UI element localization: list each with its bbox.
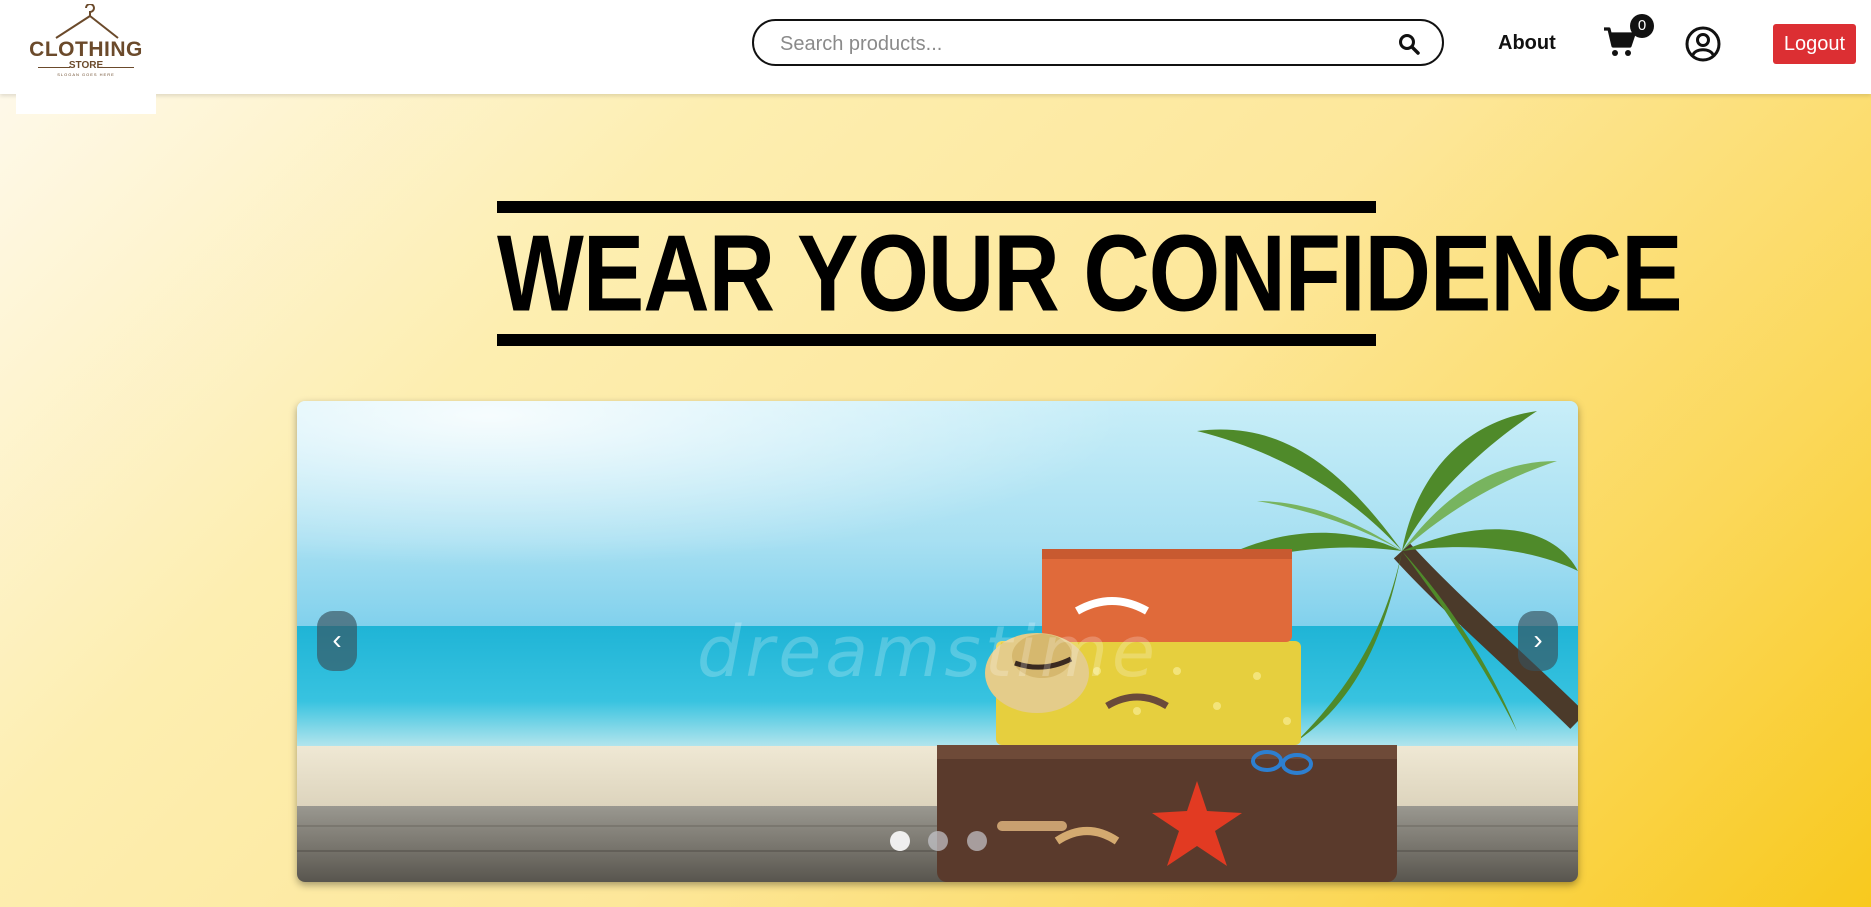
carousel-dot-1[interactable] <box>890 831 910 851</box>
title-rule-bottom <box>497 334 1376 346</box>
logo-text: CLOTHING <box>29 38 143 61</box>
carousel-indicators <box>890 831 1001 851</box>
logo-divider-right <box>102 67 134 68</box>
store-logo[interactable]: CLOTHING STORE SLOGAN GOES HERE <box>16 0 156 114</box>
account-icon[interactable] <box>1685 26 1721 67</box>
hero-title: WEAR YOUR CONFIDENCE <box>497 213 1683 335</box>
carousel-dot-2[interactable] <box>928 831 949 851</box>
logo-tagline: SLOGAN GOES HERE <box>57 72 115 77</box>
hanger-icon <box>55 4 119 39</box>
search-input[interactable] <box>778 29 1382 59</box>
about-link[interactable]: About <box>1498 32 1556 55</box>
logout-button[interactable]: Logout <box>1773 24 1856 64</box>
logo-sub: STORE <box>68 60 104 71</box>
top-navbar: About 0 Logout <box>0 0 1871 94</box>
carousel-watermark: dreamstime <box>697 611 1159 693</box>
search-bar[interactable] <box>752 19 1444 66</box>
cart-count-badge: 0 <box>1630 14 1654 38</box>
carousel-next-button[interactable]: › <box>1518 611 1558 671</box>
carousel-prev-button[interactable]: ‹ <box>317 611 357 671</box>
search-icon[interactable] <box>1398 33 1420 60</box>
carousel-dot-3[interactable] <box>966 831 987 851</box>
hero-carousel[interactable]: dreamstime ‹ › <box>297 401 1578 882</box>
hero-heading-block: WEAR YOUR CONFIDENCE <box>497 201 1683 346</box>
